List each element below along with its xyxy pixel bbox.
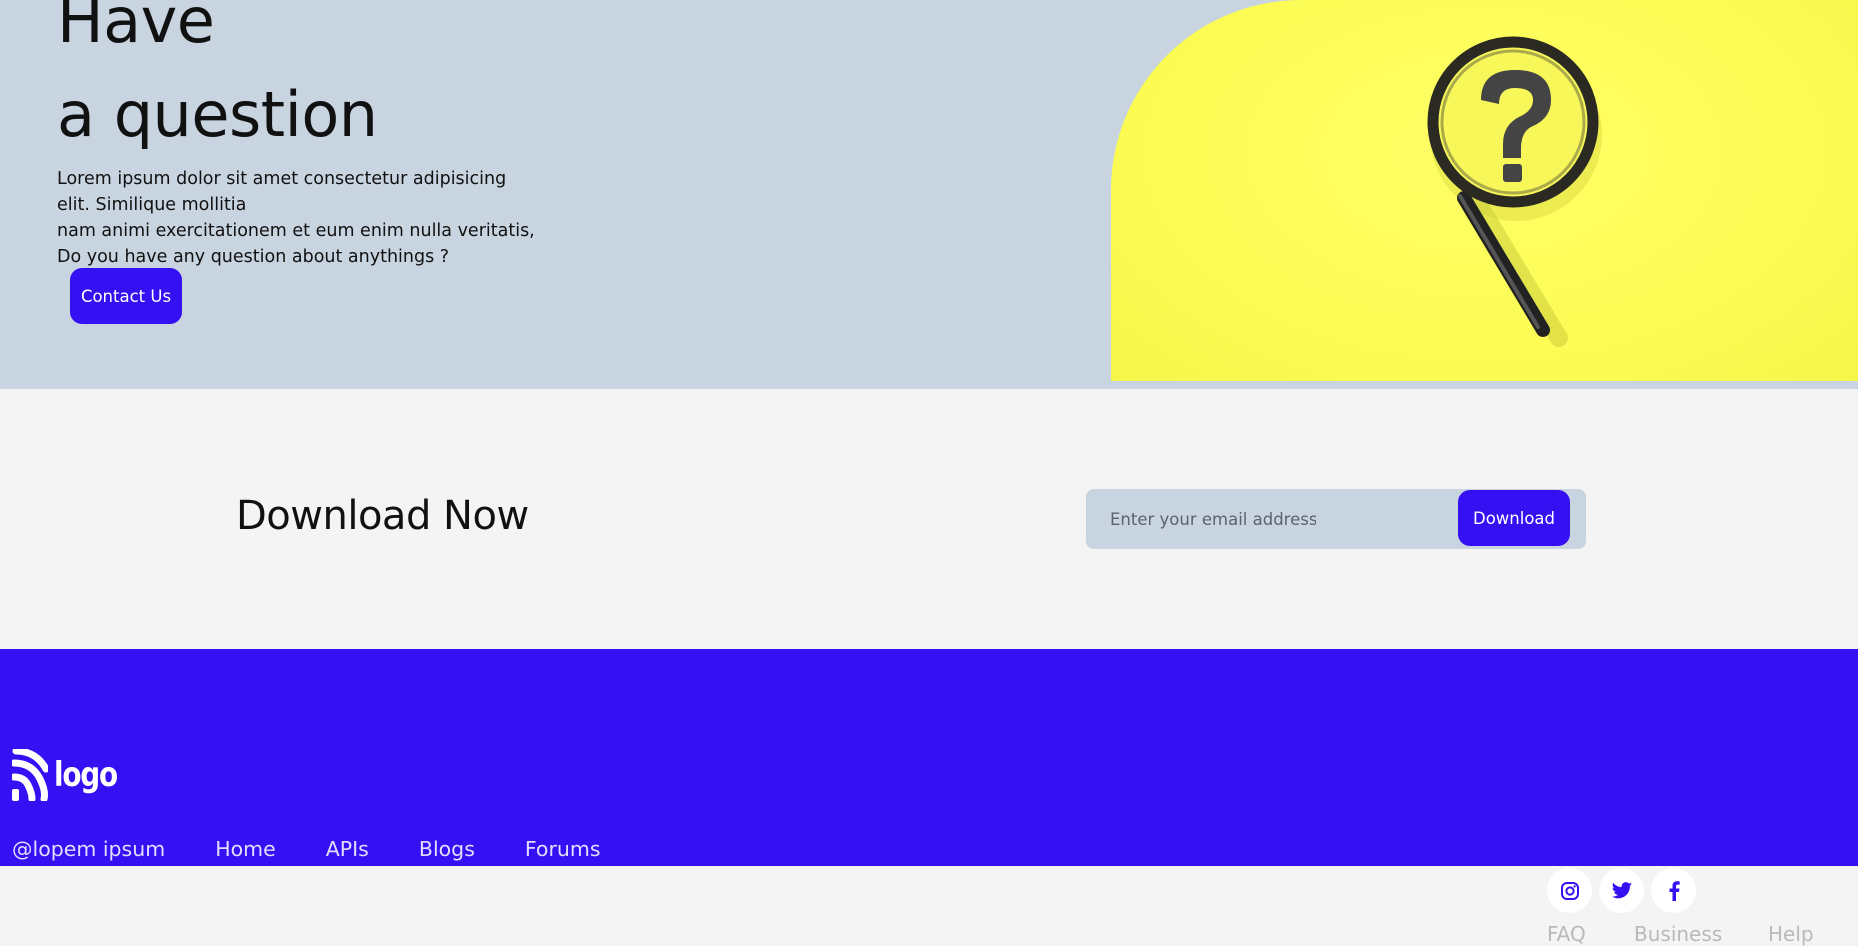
bottom-link-help[interactable]: Help	[1768, 922, 1814, 946]
email-input[interactable]	[1110, 505, 1316, 533]
bottom-link-faq[interactable]: FAQ	[1547, 922, 1586, 946]
hero-description-line: Do you have any question about anythings…	[57, 247, 450, 267]
hero-image	[1111, 0, 1858, 381]
bottom-link-business[interactable]: Business	[1634, 922, 1722, 946]
hero-description-line: nam animi exercitationem et eum enim nul…	[57, 221, 535, 241]
hero-description-line: Lorem ipsum dolor sit amet consectetur a…	[57, 169, 507, 189]
logo-text: logo	[54, 755, 118, 795]
footer-link-forums[interactable]: Forums	[525, 837, 601, 861]
download-button[interactable]: Download	[1458, 490, 1570, 546]
footer-link-apis[interactable]: APIs	[326, 837, 369, 861]
magnifying-glass-question-icon	[1427, 36, 1602, 347]
hero-description-line: elit. Similique mollitia	[57, 195, 247, 215]
logo[interactable]: logo	[12, 749, 131, 801]
footer-link-home[interactable]: Home	[215, 837, 276, 861]
email-signup-form: Download	[1086, 489, 1586, 549]
logo-icon	[12, 749, 48, 801]
copyright-text: @lopem ipsum	[12, 837, 166, 861]
download-title: Download Now	[236, 493, 529, 539]
hero-section: Have a question Lorem ipsum dolor sit am…	[0, 0, 1858, 389]
facebook-icon[interactable]	[1651, 868, 1696, 913]
hero-description: Lorem ipsum dolor sit amet consectetur a…	[57, 166, 547, 270]
hero-title-line2: a question	[57, 78, 378, 151]
instagram-icon[interactable]	[1547, 868, 1592, 913]
footer-link-blogs[interactable]: Blogs	[419, 837, 475, 861]
download-section: Download Now Download	[0, 389, 1858, 649]
contact-us-button[interactable]: Contact Us	[70, 268, 182, 324]
bottom-bar: FAQ Business Help	[0, 866, 1858, 946]
twitter-icon[interactable]	[1599, 868, 1644, 913]
hero-title-line1: Have	[57, 0, 215, 57]
footer-nav: @lopem ipsum Home APIs Blogs Forums	[12, 837, 651, 861]
footer: logo @lopem ipsum Home APIs Blogs Forums	[0, 649, 1858, 866]
